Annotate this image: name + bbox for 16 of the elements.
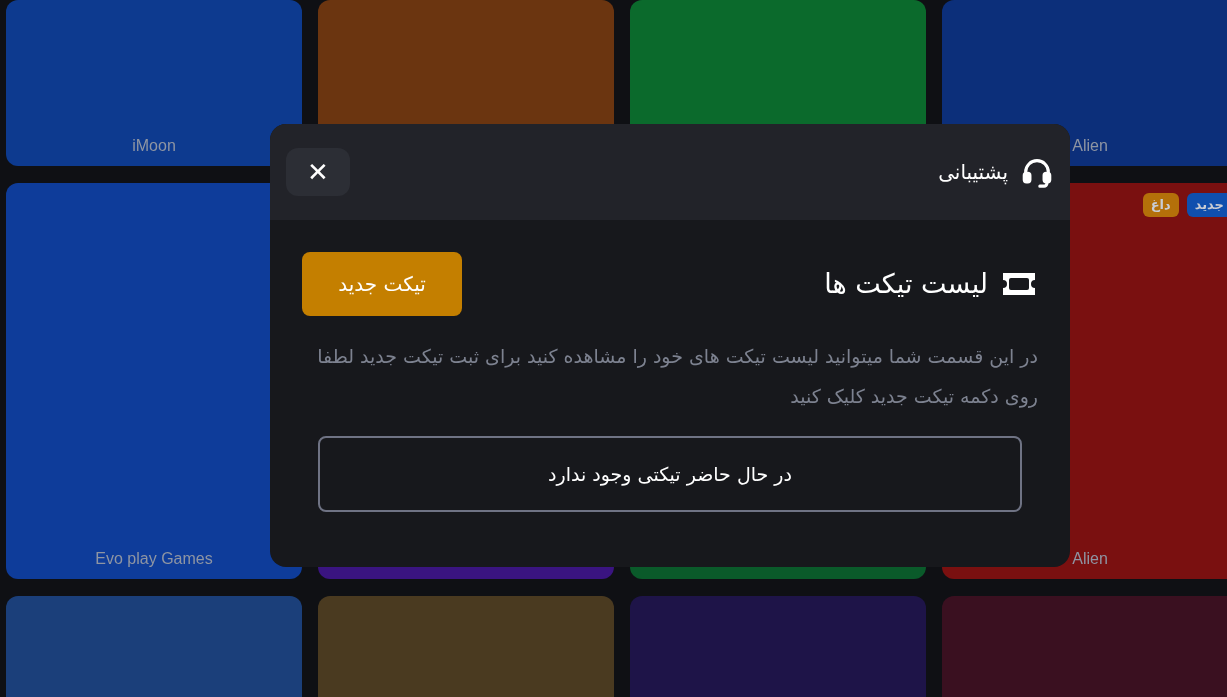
provider-name: iMoon bbox=[132, 136, 176, 156]
game-card[interactable] bbox=[318, 596, 614, 697]
game-card[interactable] bbox=[630, 596, 926, 697]
provider-name: Alien bbox=[1072, 136, 1108, 156]
provider-name: Evo play Games bbox=[95, 549, 213, 569]
provider-name: Alien bbox=[1072, 549, 1108, 569]
game-card[interactable]: iMoon bbox=[6, 0, 302, 166]
new-ticket-button[interactable]: تیکت جدید bbox=[302, 252, 462, 316]
close-button[interactable]: ✕ bbox=[286, 148, 350, 196]
game-card[interactable]: Evo play Games bbox=[6, 183, 302, 579]
empty-state-box: در حال حاضر تیکتی وجود ندارد bbox=[318, 436, 1022, 512]
game-card[interactable] bbox=[942, 596, 1227, 697]
game-badge: داغ bbox=[1142, 193, 1179, 217]
game-card[interactable] bbox=[6, 596, 302, 697]
game-badge: جدید bbox=[1186, 193, 1227, 217]
ticket-icon bbox=[1000, 271, 1038, 297]
